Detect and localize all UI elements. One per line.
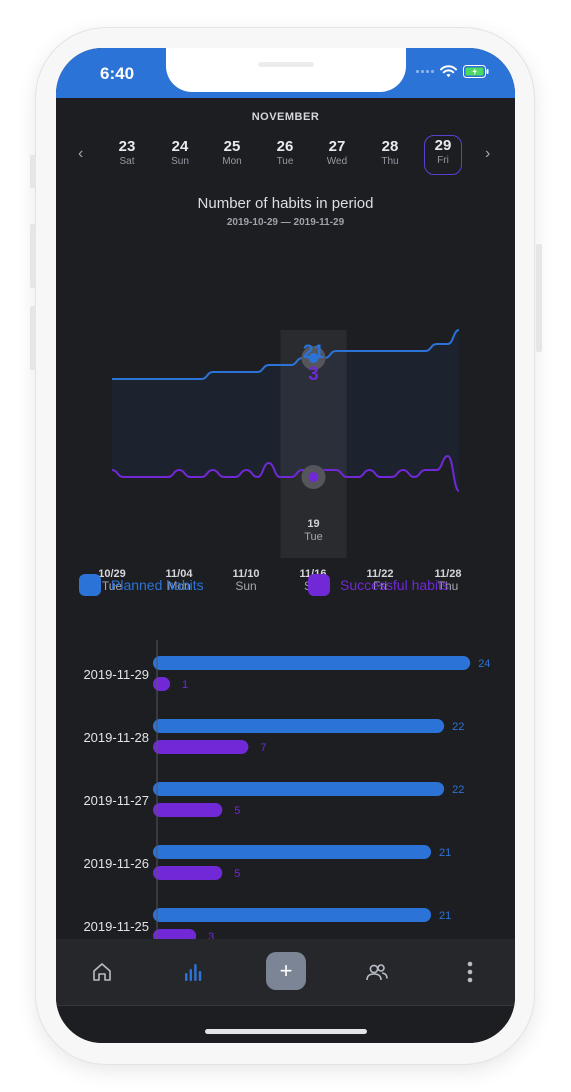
bar-value-planned: 22 [452, 721, 464, 733]
next-week-button[interactable]: › [485, 145, 490, 163]
bar-successful [153, 866, 223, 880]
home-indicator [205, 1029, 367, 1034]
tooltip-date: 19 [307, 518, 319, 530]
habits-line-chart[interactable]: 21319Tue10/29Tue11/04Mon11/10Sun11/16Sat… [56, 278, 515, 598]
calendar-day[interactable]: 28 Thu [371, 137, 409, 177]
calendar-day[interactable]: 26 Tue [266, 137, 304, 177]
habits-bar-chart: 24 1 2019-11-29 22 7 2019-11-28 22 5 2019-11-27 2… [83, 640, 490, 939]
power-button [536, 244, 542, 352]
x-tick-label-day: Sun [235, 579, 256, 593]
cellular-signal-icon [416, 70, 434, 73]
tooltip-planned-value: 21 [303, 342, 325, 363]
bar-value-planned: 21 [439, 910, 451, 922]
volume-down-button [30, 306, 36, 370]
legend-label-planned: Planned habits [111, 577, 204, 593]
bar-value-planned: 21 [439, 847, 451, 859]
tab-home[interactable] [82, 952, 122, 992]
bar-value-successful: 1 [182, 679, 188, 691]
bar-successful [153, 929, 197, 939]
bar-value-planned: 24 [478, 658, 490, 670]
legend-successful[interactable]: Successful habits [308, 574, 449, 596]
tooltip-successful-value: 3 [308, 364, 319, 385]
bar-planned [153, 719, 445, 733]
bar-value-successful: 7 [260, 742, 266, 754]
bar-planned [153, 782, 445, 796]
home-icon [93, 963, 111, 981]
legend-planned[interactable]: Planned habits [79, 574, 204, 596]
more-vertical-icon [467, 961, 473, 983]
bar-value-planned: 22 [452, 784, 464, 796]
mute-switch [30, 155, 36, 188]
volume-up-button [30, 224, 36, 288]
calendar-day[interactable]: 24 Sun [161, 137, 199, 177]
battery-icon [463, 65, 489, 78]
bar-category-label: 2019-11-27 [83, 793, 149, 808]
calendar-day[interactable]: 27 Wed [318, 137, 356, 177]
bar-category-label: 2019-11-25 [83, 919, 149, 934]
prev-week-button[interactable]: ‹ [78, 145, 83, 163]
bar-planned [153, 656, 471, 670]
bar-value-successful: 5 [234, 805, 240, 817]
bar-category-label: 2019-11-29 [83, 667, 149, 682]
bar-planned [153, 845, 432, 859]
tab-statistics[interactable] [173, 952, 213, 992]
bottom-strip [56, 1005, 515, 1043]
legend-label-successful: Successful habits [340, 577, 449, 593]
bar-successful [153, 803, 223, 817]
plus-icon: + [279, 958, 293, 983]
bar-successful [153, 740, 249, 754]
bar-category-label: 2019-11-28 [83, 730, 149, 745]
calendar-day[interactable]: 25 Mon [213, 137, 251, 177]
tab-friends[interactable] [357, 952, 397, 992]
bar-planned [153, 908, 432, 922]
bar-value-successful: 3 [208, 931, 214, 939]
bar-successful [153, 677, 171, 691]
chart-period: 2019-10-29 — 2019-11-29 [226, 217, 345, 228]
legend-swatch-successful [308, 574, 330, 596]
tooltip-weekday: Tue [304, 531, 323, 543]
people-icon [366, 964, 388, 981]
wifi-icon [440, 65, 457, 78]
notch [166, 48, 406, 92]
bar-value-successful: 5 [234, 868, 240, 880]
calendar-day[interactable]: 23 Sat [108, 137, 146, 177]
tab-more[interactable] [450, 952, 490, 992]
add-habit-button[interactable]: + [266, 952, 306, 990]
successful-point [308, 472, 319, 482]
screen: 6:40 NOVEMBER ‹ › 23 Sat 24 Sun 25 Mon 26 Tu… [56, 48, 515, 1043]
bar-category-label: 2019-11-26 [83, 856, 149, 871]
month-label: NOVEMBER [251, 111, 320, 123]
chart-title: Number of habits in period [197, 195, 374, 212]
calendar-day-selected[interactable]: 29 Fri [424, 135, 462, 175]
legend-swatch-planned [79, 574, 101, 596]
status-time: 6:40 [100, 64, 135, 83]
status-icons [416, 65, 489, 78]
bar-chart-icon [185, 964, 202, 981]
